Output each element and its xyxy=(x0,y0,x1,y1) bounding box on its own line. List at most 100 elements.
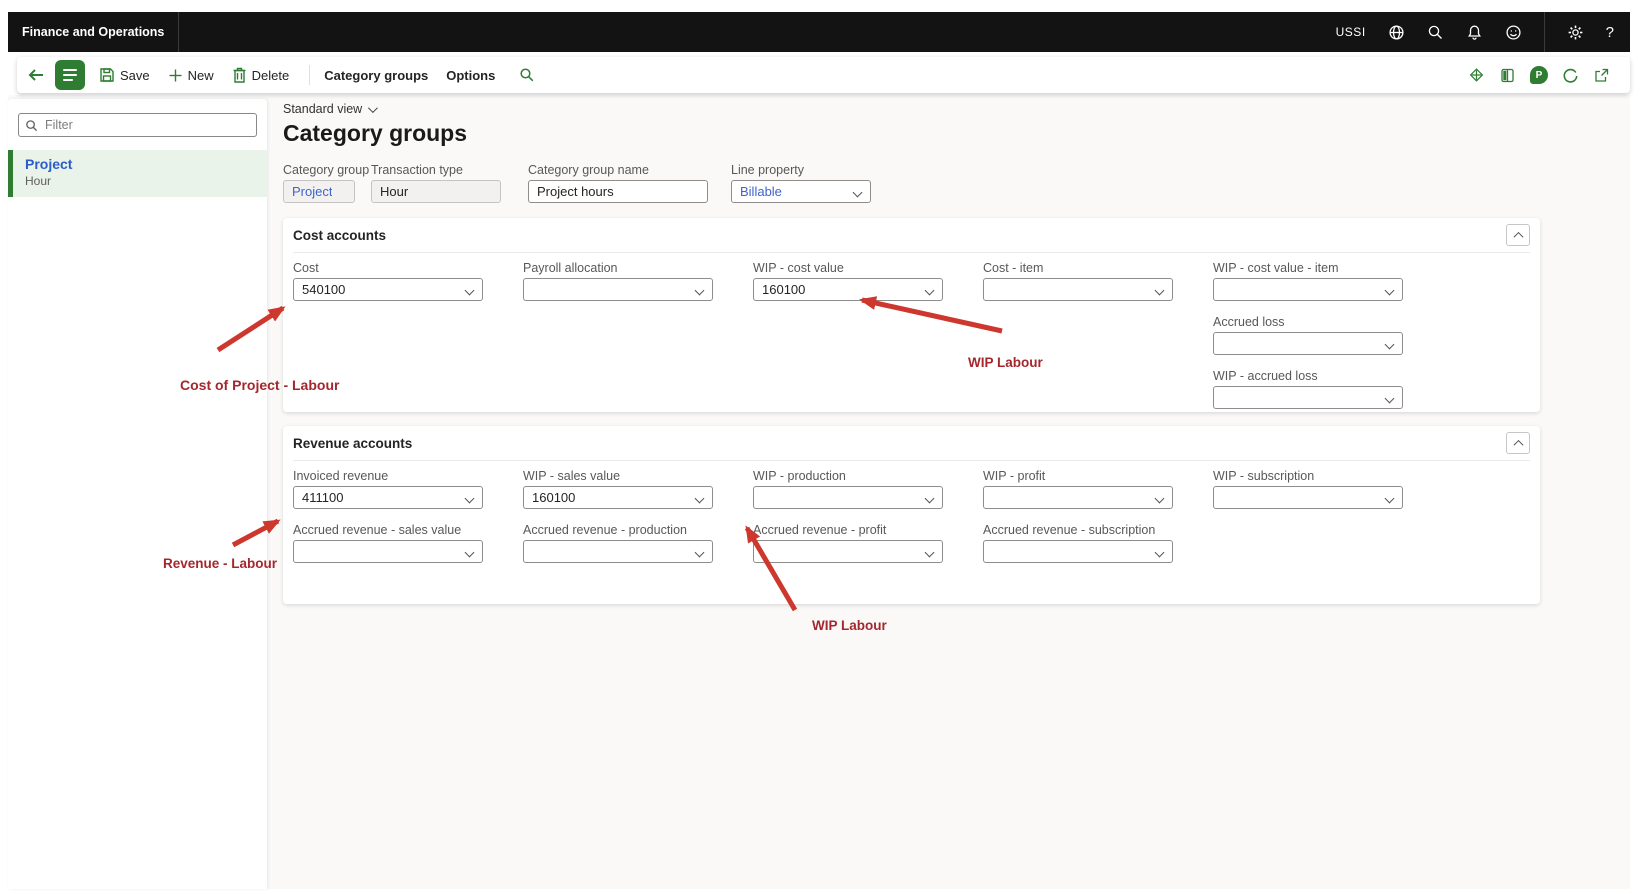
wip-sales-value-combobox[interactable]: 160100 xyxy=(523,486,713,509)
view-selector[interactable]: Standard view xyxy=(283,102,379,116)
annotation-label: WIP Labour xyxy=(968,355,1043,370)
invoiced-revenue-combobox[interactable]: 411100 xyxy=(293,486,483,509)
chevron-down-icon[interactable] xyxy=(694,285,705,296)
chevron-down-icon[interactable] xyxy=(464,285,475,296)
save-button[interactable]: Save xyxy=(99,67,150,83)
chevron-down-icon[interactable] xyxy=(924,493,935,504)
field-value: Project hours xyxy=(537,184,614,199)
open-in-new-window-icon[interactable] xyxy=(1593,67,1610,84)
chevron-up-icon xyxy=(1513,231,1523,242)
field-label: WIP - profit xyxy=(983,469,1046,483)
field-category-group: Category group Project xyxy=(283,163,370,203)
field-label: Category group xyxy=(283,163,370,177)
field-value: 160100 xyxy=(762,282,806,297)
accrued-revenue-subscription-combobox[interactable] xyxy=(983,540,1173,563)
field-value: 411100 xyxy=(302,490,344,505)
smiley-icon[interactable] xyxy=(1505,24,1522,41)
category-group-name-input[interactable]: Project hours xyxy=(528,180,708,203)
wip-cost-value-item-combobox[interactable] xyxy=(1213,278,1403,301)
field-transaction-type: Transaction type Hour xyxy=(371,163,501,203)
chevron-down-icon[interactable] xyxy=(1154,493,1165,504)
chevron-down-icon[interactable] xyxy=(924,285,935,296)
field-label: WIP - accrued loss xyxy=(1213,369,1318,383)
app-title: Finance and Operations xyxy=(22,25,165,39)
help-icon[interactable]: ? xyxy=(1606,24,1614,41)
chevron-down-icon[interactable] xyxy=(1384,339,1395,350)
record-list-sidebar: Project Hour xyxy=(8,99,267,889)
field-label: WIP - production xyxy=(753,469,846,483)
bell-icon[interactable] xyxy=(1466,24,1483,41)
chevron-down-icon[interactable] xyxy=(924,547,935,558)
new-button[interactable]: New xyxy=(168,68,214,83)
hamburger-menu-button[interactable] xyxy=(55,60,85,90)
annotation-label: Cost of Project - Labour xyxy=(180,377,340,393)
chevron-down-icon[interactable] xyxy=(694,493,705,504)
field-value: Project xyxy=(292,184,333,199)
command-bar: Save New Delete Category groups Options … xyxy=(17,57,1630,93)
field-label: Cost - item xyxy=(983,261,1044,275)
topbar-divider xyxy=(178,12,180,52)
back-button[interactable] xyxy=(27,67,45,83)
options-menu[interactable]: Options xyxy=(446,68,495,83)
chevron-down-icon[interactable] xyxy=(464,547,475,558)
chevron-up-icon xyxy=(1513,439,1523,450)
tab-category-groups[interactable]: Category groups xyxy=(324,68,428,83)
accrued-revenue-sales-value-combobox[interactable] xyxy=(293,540,483,563)
field-label: Line property xyxy=(731,163,804,177)
field-label: Category group name xyxy=(528,163,649,177)
section-revenue-accounts: Revenue accounts Invoiced revenue 411100… xyxy=(283,426,1540,604)
wip-accrued-loss-combobox[interactable] xyxy=(1213,386,1403,409)
gear-icon[interactable] xyxy=(1567,24,1584,41)
cost-item-combobox[interactable] xyxy=(983,278,1173,301)
line-property-combobox[interactable]: Billable xyxy=(731,180,871,203)
command-search-icon[interactable] xyxy=(519,67,535,83)
field-label: Cost xyxy=(293,261,319,275)
field-category-group-name: Category group name Project hours xyxy=(528,163,708,203)
field-wip-subscription: WIP - subscription xyxy=(1213,469,1403,509)
collapse-section-button[interactable] xyxy=(1506,432,1530,454)
delete-button[interactable]: Delete xyxy=(232,67,289,83)
accrued-loss-combobox[interactable] xyxy=(1213,332,1403,355)
top-navigation-bar: Finance and Operations USSI ? xyxy=(8,12,1630,52)
chat-badge-icon[interactable]: P xyxy=(1530,66,1548,84)
search-icon[interactable] xyxy=(1427,24,1444,41)
chevron-down-icon[interactable] xyxy=(1384,285,1395,296)
wip-subscription-combobox[interactable] xyxy=(1213,486,1403,509)
chevron-down-icon[interactable] xyxy=(1384,493,1395,504)
field-label: Transaction type xyxy=(371,163,463,177)
field-accrued-revenue-sales-value: Accrued revenue - sales value xyxy=(293,523,483,563)
chevron-down-icon[interactable] xyxy=(694,547,705,558)
refresh-icon[interactable] xyxy=(1562,67,1579,84)
diamond-icon[interactable] xyxy=(1468,67,1485,84)
section-title: Cost accounts xyxy=(293,227,387,243)
field-value: 160100 xyxy=(532,490,576,505)
company-selector[interactable]: USSI xyxy=(1336,25,1366,39)
list-item-subtitle: Hour xyxy=(25,174,52,188)
field-label: Invoiced revenue xyxy=(293,469,389,483)
filter-input[interactable] xyxy=(18,113,257,137)
annotation-label: WIP Labour xyxy=(812,618,887,633)
globe-icon[interactable] xyxy=(1388,24,1405,41)
payroll-allocation-combobox[interactable] xyxy=(523,278,713,301)
field-label: WIP - cost value xyxy=(753,261,844,275)
chevron-down-icon[interactable] xyxy=(1154,547,1165,558)
new-label: New xyxy=(187,67,214,83)
chevron-down-icon[interactable] xyxy=(464,493,475,504)
wip-cost-value-combobox[interactable]: 160100 xyxy=(753,278,943,301)
chevron-down-icon[interactable] xyxy=(1154,285,1165,296)
chevron-down-icon[interactable] xyxy=(1384,393,1395,404)
options-label: Options xyxy=(446,67,496,83)
collapse-section-button[interactable] xyxy=(1506,224,1530,246)
cost-combobox[interactable]: 540100 xyxy=(293,278,483,301)
field-label: Accrued loss xyxy=(1213,315,1285,329)
chevron-down-icon[interactable] xyxy=(852,187,863,198)
field-label: WIP - sales value xyxy=(523,469,621,483)
chat-badge-letter: P xyxy=(1535,69,1543,81)
accrued-revenue-profit-combobox[interactable] xyxy=(753,540,943,563)
wip-profit-combobox[interactable] xyxy=(983,486,1173,509)
book-icon[interactable] xyxy=(1499,67,1516,84)
wip-production-combobox[interactable] xyxy=(753,486,943,509)
field-wip-cost-value-item: WIP - cost value - item xyxy=(1213,261,1403,301)
list-item-project[interactable]: Project Hour xyxy=(8,150,267,197)
accrued-revenue-production-combobox[interactable] xyxy=(523,540,713,563)
